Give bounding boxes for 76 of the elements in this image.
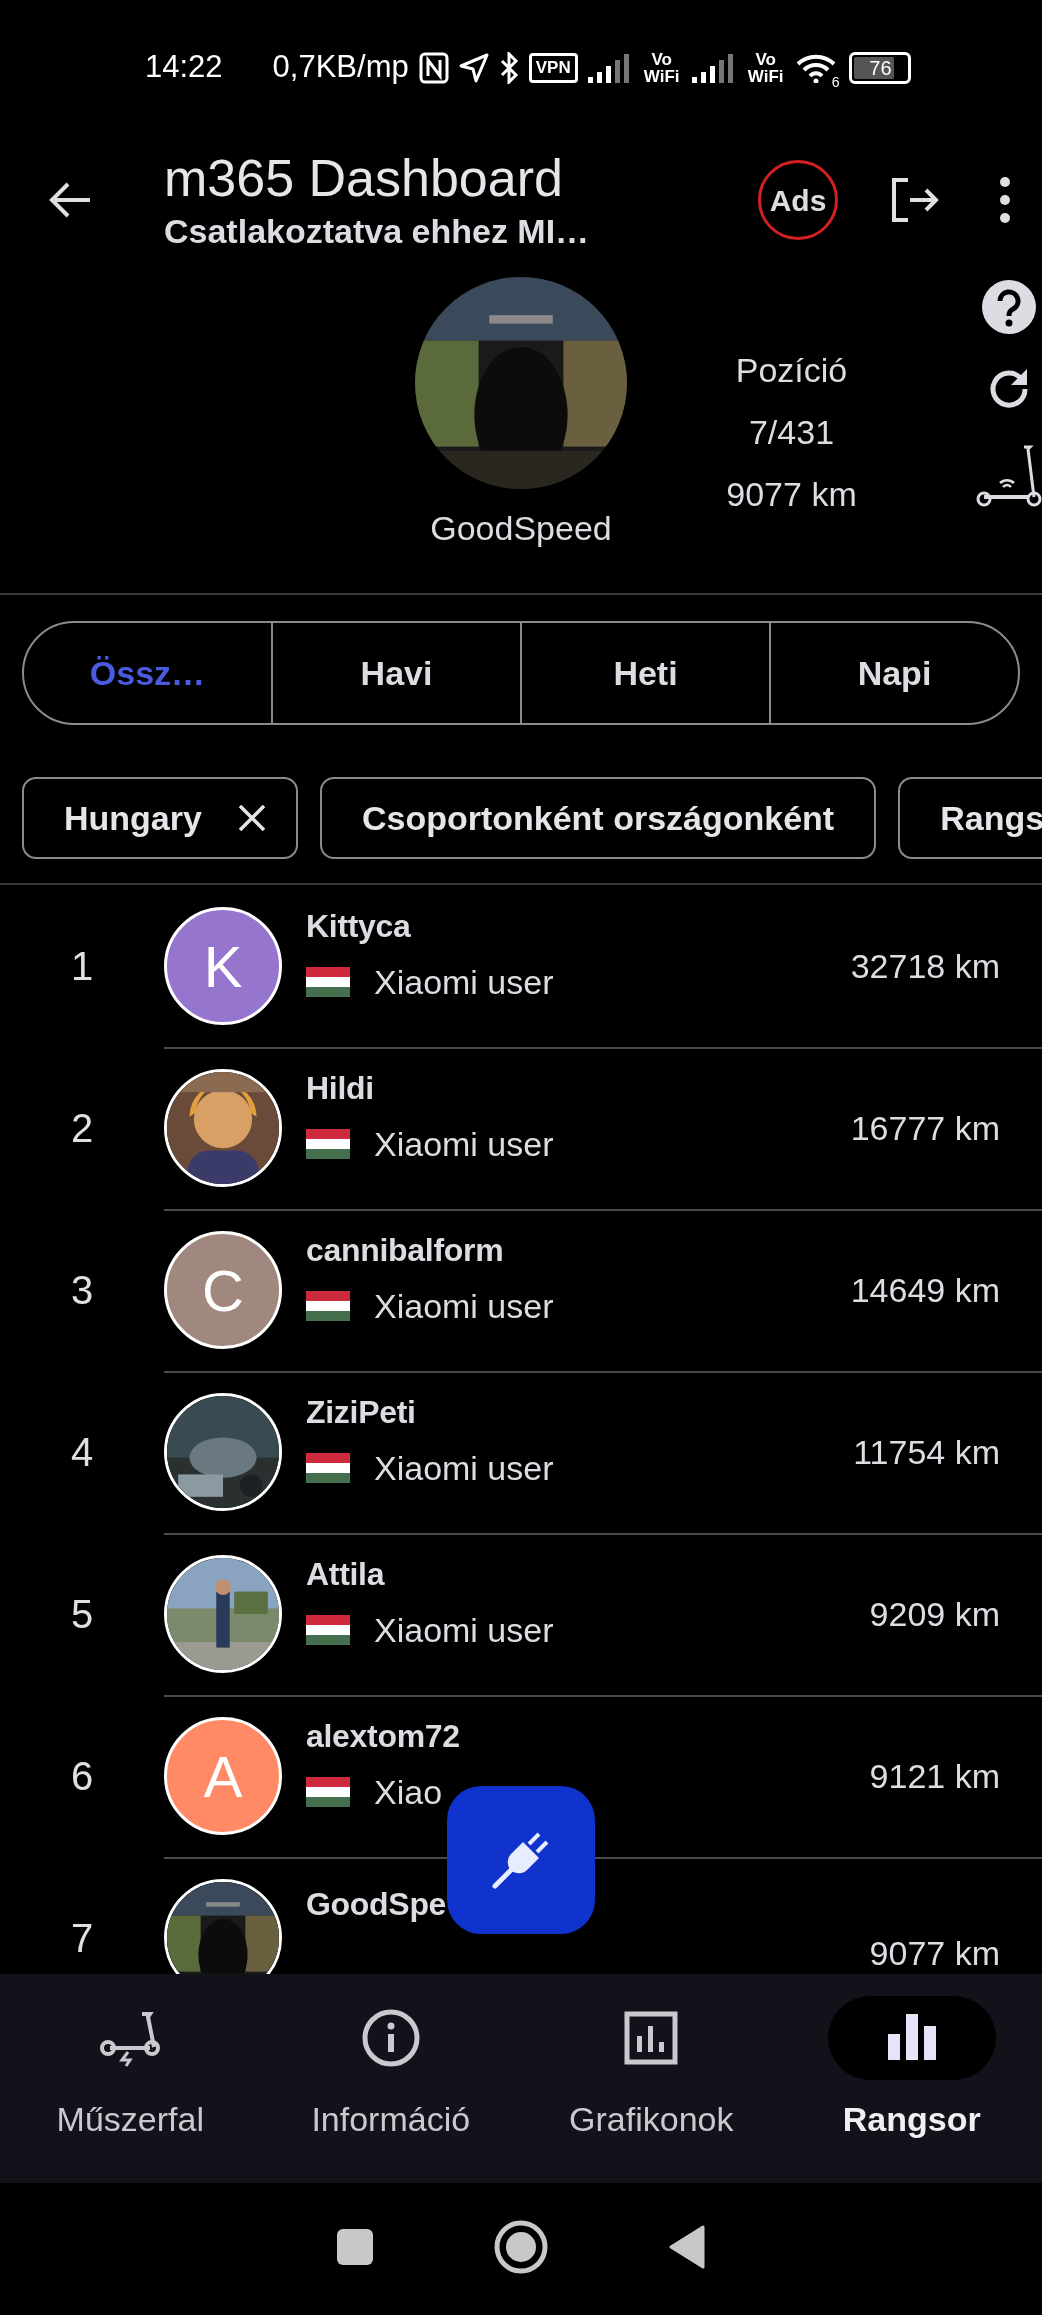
- rank-number: 3: [69, 1267, 95, 1314]
- user-name: Kittyca: [306, 907, 412, 946]
- user-name: Attila: [306, 1555, 386, 1594]
- user-device: Xiaomi user: [374, 1448, 554, 1489]
- battery-level: 76: [868, 55, 893, 81]
- user-name: cannibalform: [306, 1231, 505, 1270]
- location-icon: [458, 52, 489, 83]
- home-icon[interactable]: [493, 2219, 549, 2275]
- flag-icon: [306, 1129, 350, 1159]
- period-tab[interactable]: Össz…: [24, 623, 271, 723]
- scooter-icon[interactable]: [976, 443, 1042, 509]
- help-icon[interactable]: [981, 279, 1037, 335]
- flag-icon: [306, 1615, 350, 1645]
- recents-icon[interactable]: [335, 2227, 375, 2267]
- signal-icon: [587, 52, 632, 83]
- user-distance: 11754 km: [853, 1431, 1000, 1473]
- rank-number: 5: [69, 1591, 95, 1638]
- user-device: Xiaomi user: [374, 1610, 554, 1651]
- rank-number: 6: [69, 1753, 95, 1800]
- app-title: m365 Dashboard: [164, 148, 564, 209]
- flag-icon: [306, 1291, 350, 1321]
- volte-label: Vo WiFi: [746, 50, 785, 85]
- nav-tab[interactable]: Grafikonok: [521, 1974, 782, 2183]
- position-label: Pozíció: [735, 350, 848, 391]
- rank-number: 1: [69, 943, 95, 990]
- network-speed: 0,7KB/mp: [272, 48, 409, 87]
- wifi-band-label: 6: [831, 73, 840, 92]
- flag-icon: [306, 1777, 350, 1807]
- position-value: 7/431: [748, 412, 835, 453]
- filter-chip[interactable]: Hungary: [22, 777, 298, 859]
- user-name: ZiziPeti: [306, 1393, 417, 1432]
- user-distance: 9121 km: [869, 1755, 1000, 1797]
- connect-button[interactable]: [447, 1786, 595, 1934]
- flag-icon: [306, 967, 350, 997]
- close-icon[interactable]: [237, 804, 266, 832]
- ads-label: Ads: [769, 182, 827, 219]
- flag-icon: [306, 1453, 350, 1483]
- no-ads-button[interactable]: Ads: [758, 160, 838, 240]
- rank-number: 7: [69, 1915, 95, 1962]
- clock-time: 14:22: [145, 48, 223, 87]
- volte-label: Vo WiFi: [642, 50, 681, 85]
- user-avatar: A: [164, 1717, 282, 1835]
- more-icon[interactable]: [998, 176, 1012, 224]
- period-tab[interactable]: Heti: [520, 623, 769, 723]
- nav-tab[interactable]: Rangsor: [781, 1974, 1042, 2183]
- rank-number: 4: [69, 1429, 95, 1476]
- signal-icon: [691, 52, 736, 83]
- profile-name: GoodSpeed: [430, 508, 612, 549]
- user-avatar: K: [164, 907, 282, 1025]
- period-tab[interactable]: Napi: [769, 623, 1018, 723]
- period-tab[interactable]: Havi: [271, 623, 520, 723]
- rank-number: 2: [69, 1105, 95, 1152]
- user-name: GoodSpe: [306, 1885, 447, 1924]
- back-nav-icon[interactable]: [667, 2225, 707, 2269]
- user-device: Xiao: [374, 1772, 443, 1813]
- user-avatar: C: [164, 1231, 282, 1349]
- user-distance: 16777 km: [850, 1107, 1000, 1149]
- connection-subtitle: Csatlakoztatva ehhez MI…: [164, 211, 590, 252]
- vpn-label: VPN: [528, 52, 578, 83]
- filter-chip[interactable]: Rangs: [898, 777, 1042, 859]
- user-distance: 32718 km: [850, 945, 1000, 987]
- user-distance: 14649 km: [850, 1269, 1000, 1311]
- filter-chip[interactable]: Csoportonként országonként: [319, 777, 877, 859]
- bluetooth-icon: [498, 51, 519, 84]
- user-device: Xiaomi user: [374, 962, 554, 1003]
- distance-value: 9077 km: [726, 474, 857, 515]
- user-device: Xiaomi user: [374, 1124, 554, 1165]
- nav-tab[interactable]: Műszerfal: [0, 1974, 261, 2183]
- user-distance: 9209 km: [869, 1593, 1000, 1635]
- nav-tab[interactable]: Információ: [260, 1974, 521, 2183]
- user-name: Hildi: [306, 1069, 375, 1108]
- user-device: Xiaomi user: [374, 1286, 554, 1327]
- nfc-icon: [418, 51, 449, 84]
- user-distance: 9077 km: [869, 1932, 1000, 1974]
- back-icon[interactable]: [48, 180, 92, 220]
- user-name: alextom72: [306, 1717, 460, 1756]
